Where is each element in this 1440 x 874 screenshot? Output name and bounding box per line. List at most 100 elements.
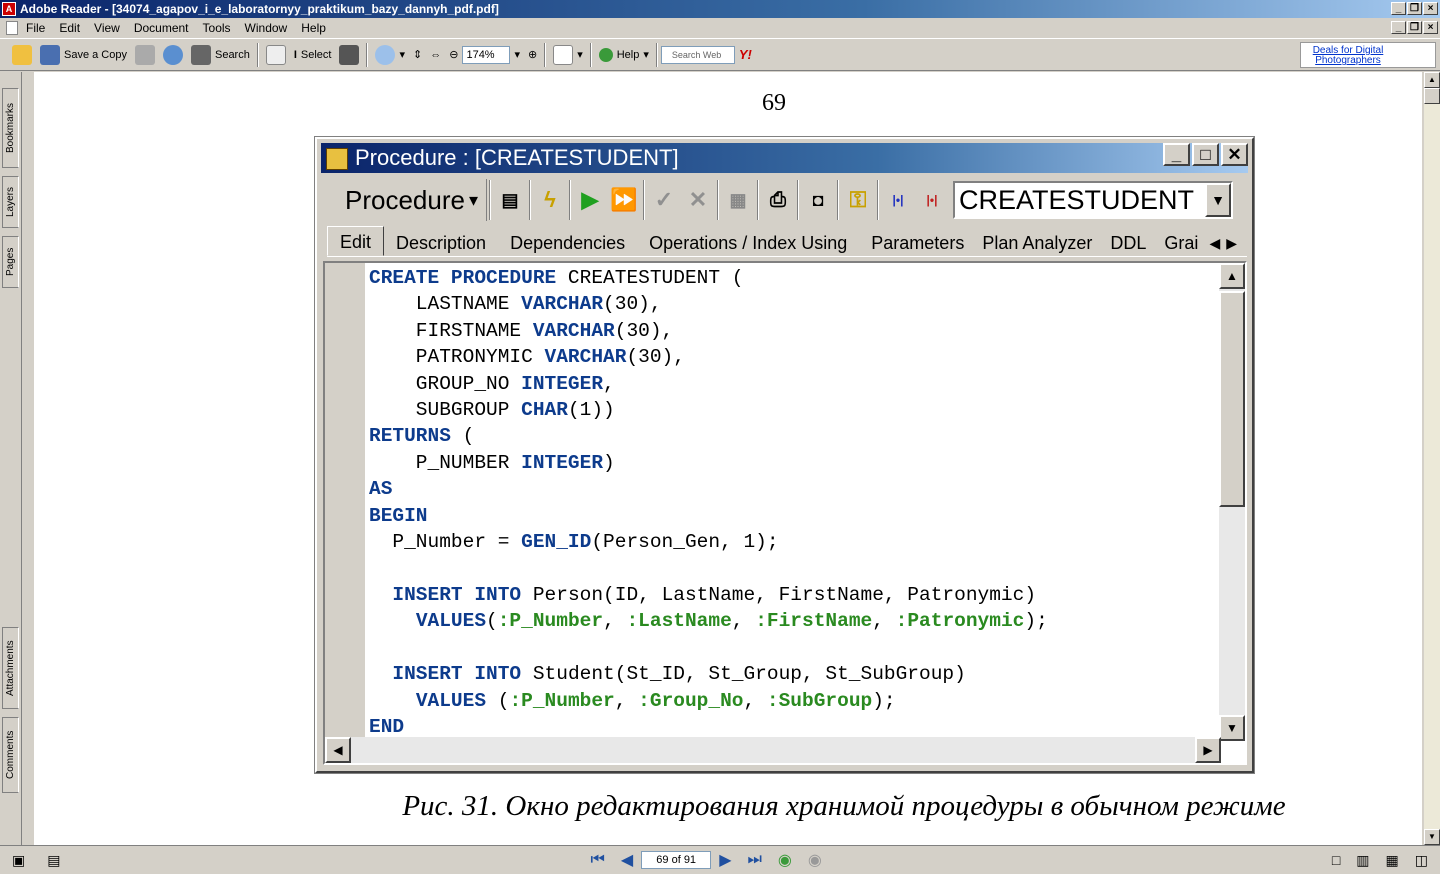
close-button[interactable]: × xyxy=(1423,2,1438,15)
dialog-minimize-button[interactable]: _ xyxy=(1163,143,1190,166)
restore-button[interactable]: ❐ xyxy=(1407,2,1422,15)
chevron-down-icon[interactable]: ▼ xyxy=(1205,183,1231,217)
rollback-button[interactable]: ✕ xyxy=(681,183,715,217)
sql-editor[interactable]: CREATE PROCEDURE CREATESTUDENT ( LASTNAM… xyxy=(323,261,1247,765)
tab-plan-analyzer[interactable]: Plan Analyzer xyxy=(976,230,1098,256)
go-forward-button[interactable]: ◉ xyxy=(808,850,822,870)
zoom-dropdown[interactable]: ▾ xyxy=(510,42,524,68)
debug-button[interactable]: |•| xyxy=(881,183,915,217)
print-button[interactable] xyxy=(131,42,159,68)
menu-window[interactable]: Window xyxy=(245,18,288,38)
dialog-close-button[interactable]: ✕ xyxy=(1221,143,1248,166)
object-type-dropdown[interactable]: Procedure xyxy=(325,179,487,221)
yahoo-button[interactable]: Y! xyxy=(735,42,756,68)
minimize-button[interactable]: _ xyxy=(1391,2,1406,15)
save-copy-label: Save a Copy xyxy=(64,48,127,61)
previous-page-button[interactable]: ◀ xyxy=(621,850,633,870)
menu-view[interactable]: View xyxy=(94,18,120,38)
tab-dependencies[interactable]: Dependencies xyxy=(498,230,637,256)
doc-close-button[interactable]: × xyxy=(1423,21,1438,34)
tab-operations-index-using[interactable]: Operations / Index Using xyxy=(637,230,859,256)
debug-stop-button[interactable]: |•| xyxy=(915,183,949,217)
zoom-in-tool-button[interactable]: ▾ xyxy=(371,42,409,68)
editor-vertical-scrollbar[interactable]: ▲ ▼ xyxy=(1219,263,1245,741)
open-button[interactable] xyxy=(8,42,36,68)
select-tool-button[interactable]: I Select xyxy=(290,42,336,68)
tab-parameters[interactable]: Parameters xyxy=(859,230,976,256)
run-button[interactable]: ▶ xyxy=(573,183,607,217)
tab-grants[interactable]: Grai xyxy=(1158,230,1204,256)
object-name-combo[interactable]: CREATESTUDENT ▼ xyxy=(953,181,1233,219)
properties-button[interactable]: ▤ xyxy=(493,183,527,217)
menu-tools[interactable]: Tools xyxy=(203,18,231,38)
search-web-input[interactable]: Search Web xyxy=(660,45,735,64)
tab-ddl[interactable]: DDL xyxy=(1098,230,1158,256)
scroll-right-arrow-icon[interactable]: ▶ xyxy=(1195,737,1221,763)
page-scroll-up-icon[interactable]: ▲ xyxy=(1424,72,1440,88)
email-icon xyxy=(162,44,183,65)
print-button[interactable]: ⎙ xyxy=(761,183,795,217)
zoom-out-button[interactable]: ⊖ xyxy=(445,42,462,68)
pages-tab[interactable]: Pages xyxy=(2,236,19,288)
facing-icon[interactable]: ◫ xyxy=(1415,852,1428,869)
new-object-button[interactable]: ◘ xyxy=(801,183,835,217)
commit-button[interactable]: ✓ xyxy=(647,183,681,217)
page-scroll-down-icon[interactable]: ▼ xyxy=(1424,829,1440,845)
page-thumbnail-icon[interactable]: ▤ xyxy=(47,852,60,869)
single-page-icon[interactable]: □ xyxy=(1332,852,1340,868)
first-page-button[interactable]: ⏮ xyxy=(590,851,604,869)
sql-text: ); xyxy=(1024,610,1048,633)
nav-pane-toggle-icon[interactable]: ▣ xyxy=(12,852,25,869)
tab-scroll-arrows[interactable]: ◀▶ xyxy=(1209,230,1247,256)
layers-tab[interactable]: Layers xyxy=(2,176,19,228)
save-copy-button[interactable]: Save a Copy xyxy=(36,42,131,68)
sql-text: ); xyxy=(872,689,896,712)
menu-file[interactable]: File xyxy=(26,18,45,38)
page-number-input[interactable]: 69 of 91 xyxy=(641,851,712,869)
ad-banner[interactable]: Deals for Digital Photographers xyxy=(1300,42,1436,68)
attachments-tab[interactable]: Attachments xyxy=(2,627,19,709)
tab-edit[interactable]: Edit xyxy=(327,226,385,256)
fit-page-button[interactable]: ⇕ xyxy=(409,42,426,68)
page-vertical-scrollbar[interactable]: ▲ ▼ xyxy=(1424,72,1440,845)
sql-keyword: VALUES xyxy=(415,689,487,712)
grants-button[interactable]: ⚿ xyxy=(841,183,875,217)
run-all-button[interactable]: ⏩ xyxy=(607,183,641,217)
hand-tool-button[interactable] xyxy=(262,42,290,68)
bookmarks-tab[interactable]: Bookmarks xyxy=(2,88,19,168)
zoom-input[interactable]: 174% xyxy=(462,45,511,64)
continuous-facing-icon[interactable]: ▦ xyxy=(1386,852,1399,869)
last-page-button[interactable]: ⏭ xyxy=(748,851,762,869)
continuous-icon[interactable]: ▥ xyxy=(1356,852,1369,869)
doc-restore-button[interactable]: ❐ xyxy=(1407,21,1422,34)
sql-parameter: :FirstName xyxy=(755,610,873,633)
zoom-in-button[interactable]: ⊕ xyxy=(524,42,541,68)
scroll-down-arrow-icon[interactable]: ▼ xyxy=(1219,715,1245,741)
rotate-view-button[interactable]: ▾ xyxy=(549,42,587,68)
scroll-thumb[interactable] xyxy=(1219,291,1245,507)
doc-minimize-button[interactable]: _ xyxy=(1391,21,1406,34)
help-button[interactable]: Help ▾ xyxy=(595,42,653,68)
go-back-button[interactable]: ◉ xyxy=(778,850,792,870)
magnifier-icon xyxy=(375,44,396,65)
tab-description[interactable]: Description xyxy=(384,230,498,256)
dialog-toolbar: Procedure ▤ ϟ ▶ ⏩ ✓ ✕ ▦ ⎙ ◘ ⚿ |•| |•| CR… xyxy=(325,177,1247,223)
email-button[interactable] xyxy=(159,42,187,68)
compile-button[interactable]: ϟ xyxy=(533,183,567,217)
scroll-left-arrow-icon[interactable]: ◀ xyxy=(325,737,351,763)
menu-help[interactable]: Help xyxy=(301,18,326,38)
dialog-maximize-button[interactable]: □ xyxy=(1192,143,1219,166)
menu-edit[interactable]: Edit xyxy=(59,18,80,38)
menu-document[interactable]: Document xyxy=(134,18,189,38)
page-scroll-thumb[interactable] xyxy=(1424,88,1440,104)
editor-horizontal-scrollbar[interactable]: ◀ ▶ xyxy=(325,737,1221,763)
search-button[interactable]: Search xyxy=(187,42,254,68)
comments-tab[interactable]: Comments xyxy=(2,717,19,793)
sql-code[interactable]: CREATE PROCEDURE CREATESTUDENT ( LASTNAM… xyxy=(369,265,1221,741)
snapshot-button[interactable] xyxy=(335,42,363,68)
fit-width-button[interactable]: ⇔ xyxy=(426,42,445,68)
procedure-dialog-screenshot: Procedure : [CREATESTUDENT] _ □ ✕ Proced… xyxy=(315,137,1254,773)
scroll-up-arrow-icon[interactable]: ▲ xyxy=(1219,263,1245,289)
grid-button[interactable]: ▦ xyxy=(721,183,755,217)
next-page-button[interactable]: ▶ xyxy=(719,850,731,870)
